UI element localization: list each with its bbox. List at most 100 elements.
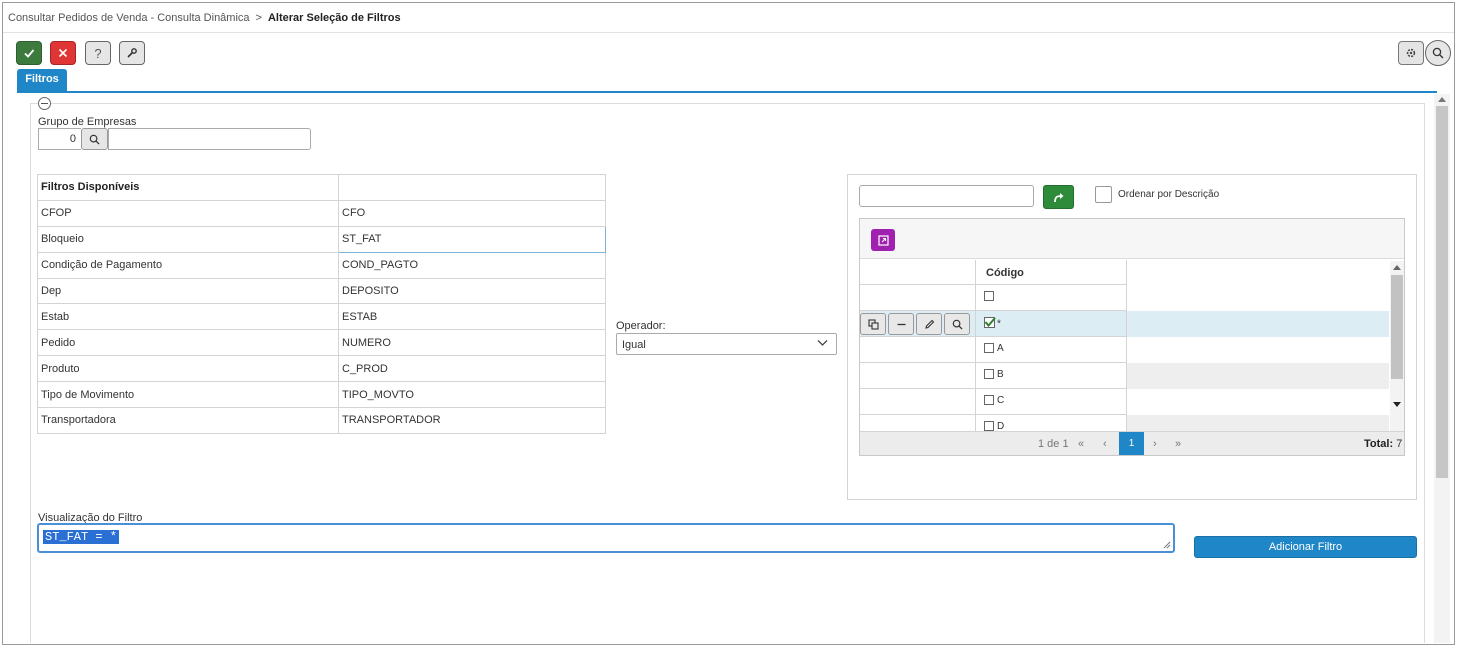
- grid-scrollbar[interactable]: [1390, 261, 1404, 431]
- filter-preview-textarea[interactable]: ST_FAT = *: [37, 523, 1175, 553]
- grid-row[interactable]: C: [860, 389, 1389, 415]
- apply-search-button[interactable]: [1043, 185, 1074, 209]
- filter-field[interactable]: TIPO_MOVTO: [338, 381, 606, 409]
- operador-value: Igual: [622, 339, 646, 351]
- grupo-empresas-code-input[interactable]: 0: [38, 128, 81, 150]
- page-info: 1 de 1: [1038, 438, 1069, 450]
- add-filter-button[interactable]: Adicionar Filtro: [1194, 536, 1417, 558]
- table-row[interactable]: Pedido NUMERO: [37, 329, 606, 357]
- grid-row[interactable]: A: [860, 337, 1389, 363]
- grupo-empresas-description-input[interactable]: [108, 128, 311, 150]
- filter-name[interactable]: Transportadora: [37, 407, 339, 434]
- collapse-icon[interactable]: [38, 97, 51, 110]
- filter-field[interactable]: ESTAB: [338, 303, 606, 331]
- codigo-cell[interactable]: B: [976, 363, 1127, 389]
- codigo-column-header[interactable]: Código: [976, 260, 1127, 285]
- codigo-cell[interactable]: *: [976, 311, 1127, 337]
- codigo-cell[interactable]: A: [976, 337, 1127, 363]
- filter-name[interactable]: Bloqueio: [37, 225, 339, 253]
- filter-field[interactable]: ST_FAT: [338, 225, 606, 253]
- scroll-thumb[interactable]: [1436, 106, 1448, 478]
- top-search-button[interactable]: [1425, 40, 1451, 66]
- header-divider: [3, 32, 1454, 33]
- pencil-icon: [924, 319, 934, 329]
- row-actions-cell: [860, 389, 976, 415]
- operador-select[interactable]: Igual: [616, 333, 837, 355]
- filter-field[interactable]: NUMERO: [338, 329, 606, 357]
- row-checkbox[interactable]: [984, 395, 994, 406]
- filter-field[interactable]: C_PROD: [338, 355, 606, 383]
- last-page-button[interactable]: »: [1175, 438, 1181, 450]
- page-scrollbar[interactable]: [1434, 94, 1450, 643]
- table-row[interactable]: Estab ESTAB: [37, 303, 606, 331]
- search-icon: [89, 134, 100, 145]
- codigo-cell[interactable]: C: [976, 389, 1127, 415]
- filter-field[interactable]: CFO: [338, 199, 606, 227]
- scroll-up-icon[interactable]: [1393, 265, 1401, 270]
- row-checkbox[interactable]: [984, 291, 994, 302]
- table-row[interactable]: Dep DEPOSITO: [37, 277, 606, 305]
- gear-icon: [1406, 48, 1416, 58]
- prev-page-button[interactable]: ‹: [1103, 438, 1107, 450]
- table-row-selected[interactable]: Bloqueio ST_FAT: [37, 225, 606, 253]
- row-checkbox[interactable]: [984, 343, 994, 354]
- expand-button[interactable]: [871, 229, 895, 251]
- scroll-up-icon[interactable]: [1438, 97, 1446, 102]
- filter-name[interactable]: Condição de Pagamento: [37, 251, 339, 279]
- grupo-empresas-lookup-button[interactable]: [81, 128, 108, 150]
- grid-row[interactable]: [860, 285, 1389, 311]
- remove-row-button[interactable]: [888, 313, 914, 335]
- table-row[interactable]: Produto C_PROD: [37, 355, 606, 383]
- codigo-value: B: [997, 369, 1004, 380]
- next-page-button[interactable]: ›: [1153, 438, 1157, 450]
- row-actions-cell: [860, 337, 976, 363]
- filter-name[interactable]: CFOP: [37, 199, 339, 227]
- filter-name[interactable]: Dep: [37, 277, 339, 305]
- tab-filtros[interactable]: Filtros: [17, 69, 67, 91]
- breadcrumb-current: Alterar Seleção de Filtros: [267, 12, 401, 24]
- breadcrumb: Consultar Pedidos de Venda - Consulta Di…: [8, 12, 401, 24]
- table-row[interactable]: Transportadora TRANSPORTADOR: [37, 407, 606, 434]
- grid-row-selected[interactable]: *: [860, 311, 1389, 337]
- edit-row-button[interactable]: [916, 313, 942, 335]
- codigo-value: C: [997, 395, 1005, 406]
- chevron-down-icon: [817, 340, 828, 346]
- table-row[interactable]: Condição de Pagamento COND_PAGTO: [37, 251, 606, 279]
- confirm-button[interactable]: [16, 41, 42, 65]
- settings-button[interactable]: [1398, 41, 1424, 65]
- scroll-thumb[interactable]: [1391, 275, 1403, 379]
- table-row[interactable]: CFOP CFO: [37, 199, 606, 227]
- view-row-button[interactable]: [944, 313, 970, 335]
- filter-field[interactable]: DEPOSITO: [338, 277, 606, 305]
- total-label: Total:: [1364, 438, 1394, 450]
- resize-handle-icon[interactable]: [1163, 541, 1171, 549]
- row-checkbox[interactable]: [984, 421, 994, 432]
- breadcrumb-separator: >: [255, 12, 262, 24]
- scroll-down-icon[interactable]: [1393, 402, 1401, 407]
- filter-name[interactable]: Estab: [37, 303, 339, 331]
- table-row[interactable]: Tipo de Movimento TIPO_MOVTO: [37, 381, 606, 409]
- current-page-button[interactable]: 1: [1119, 432, 1144, 455]
- breadcrumb-parent[interactable]: Consultar Pedidos de Venda - Consulta Di…: [8, 12, 250, 24]
- redo-arrow-icon: [1053, 192, 1063, 202]
- tools-button[interactable]: [119, 41, 145, 65]
- cancel-button[interactable]: [50, 41, 76, 65]
- filter-field[interactable]: TRANSPORTADOR: [338, 407, 606, 434]
- filter-name[interactable]: Tipo de Movimento: [37, 381, 339, 409]
- filter-name[interactable]: Pedido: [37, 329, 339, 357]
- help-button[interactable]: ?: [85, 41, 111, 65]
- filter-field[interactable]: COND_PAGTO: [338, 251, 606, 279]
- help-label: ?: [94, 45, 102, 61]
- grid-row[interactable]: B: [860, 363, 1389, 389]
- actions-column-header: [860, 260, 976, 285]
- codigo-cell[interactable]: [976, 285, 1127, 311]
- first-page-button[interactable]: «: [1078, 438, 1084, 450]
- minus-icon: [897, 323, 905, 325]
- values-search-input[interactable]: [859, 185, 1034, 207]
- order-by-description-checkbox[interactable]: [1095, 186, 1112, 203]
- operador-label: Operador:: [616, 320, 666, 332]
- filter-name[interactable]: Produto: [37, 355, 339, 383]
- checked-checkbox-icon[interactable]: [984, 317, 996, 331]
- row-checkbox[interactable]: [984, 369, 994, 380]
- copy-row-button[interactable]: [860, 313, 886, 335]
